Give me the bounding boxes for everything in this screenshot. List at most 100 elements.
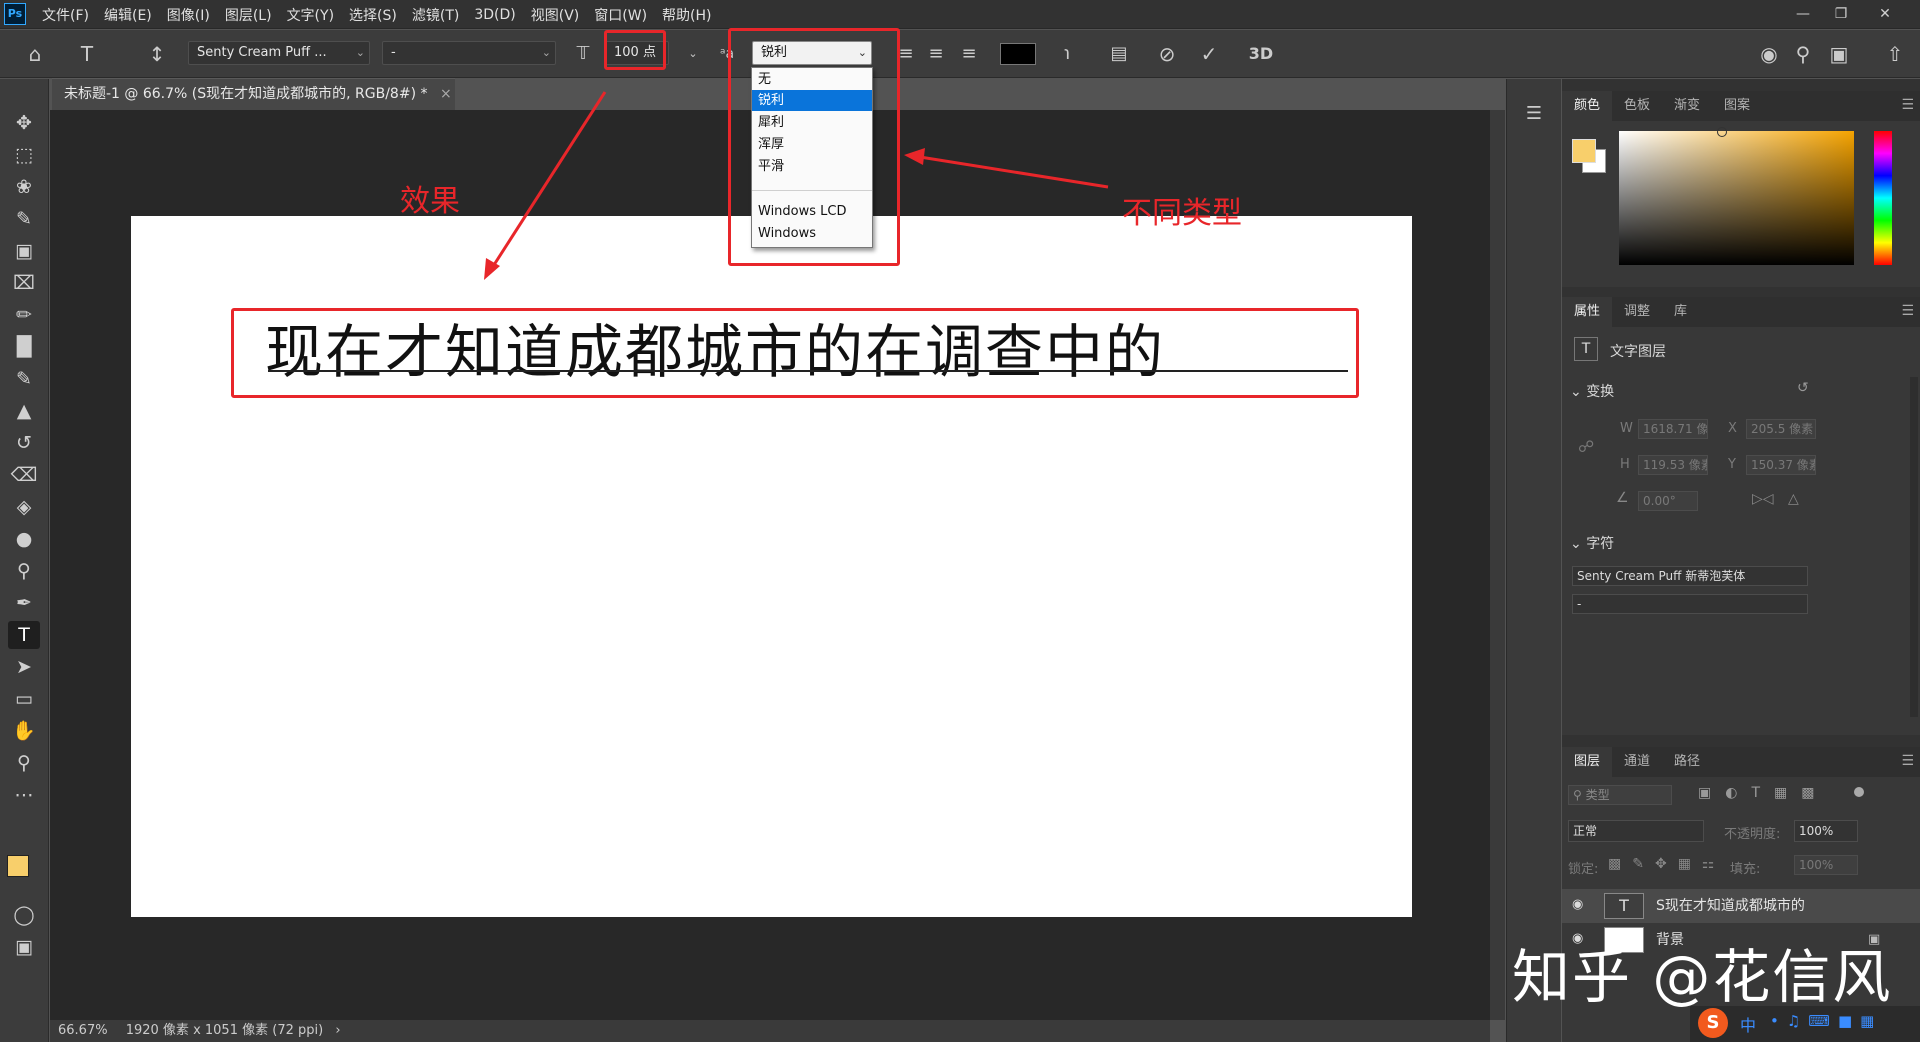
healing-brush-tool-icon[interactable]: █	[8, 333, 40, 361]
lock-option-icons[interactable]: ▩✎✥▦⚏	[1608, 856, 1725, 872]
menu-layer[interactable]: 图层(L)	[225, 5, 272, 25]
ime-mode-label[interactable]: 中	[1740, 1012, 1756, 1036]
filter-toggle-icon[interactable]	[1854, 787, 1864, 797]
panel-menu-icon[interactable]: ☰	[1901, 753, 1914, 769]
tab-paths[interactable]: 路径	[1662, 747, 1712, 777]
lasso-tool-icon[interactable]: ❀	[8, 173, 40, 201]
foreground-color-chip[interactable]	[1572, 139, 1596, 163]
menu-image[interactable]: 图像(I)	[167, 5, 210, 25]
warp-text-icon[interactable]: ℩	[1052, 40, 1082, 68]
commit-check-icon[interactable]: ✓	[1194, 40, 1224, 68]
close-icon[interactable]: ✕	[1870, 4, 1900, 24]
foreground-color-swatch[interactable]	[7, 855, 29, 877]
opacity-input[interactable]: 100%	[1794, 820, 1858, 842]
home-icon[interactable]: ⌂	[20, 40, 50, 68]
more-tools-icon[interactable]: ⋯	[8, 781, 40, 809]
vertical-scrollbar[interactable]	[1490, 110, 1505, 1020]
tab-adjustments[interactable]: 调整	[1612, 297, 1662, 327]
marquee-tool-icon[interactable]: ⬚	[8, 141, 40, 169]
history-brush-tool-icon[interactable]: ↺	[8, 429, 40, 457]
color-picker-cursor[interactable]	[1717, 127, 1727, 137]
tab-properties[interactable]: 属性	[1562, 297, 1613, 327]
tab-libraries[interactable]: 库	[1662, 297, 1699, 327]
flip-vertical-icon[interactable]: △	[1788, 491, 1799, 507]
tab-channels[interactable]: 通道	[1612, 747, 1662, 777]
menu-select[interactable]: 选择(S)	[349, 5, 397, 25]
properties-scrollbar[interactable]	[1910, 377, 1918, 717]
workspace-icon[interactable]: ▣	[1824, 40, 1854, 68]
eyedropper-tool-icon[interactable]: ✏	[8, 301, 40, 329]
layer-row[interactable]: ◉ T S现在才知道成都城市的	[1562, 889, 1920, 923]
antialias-option-crisp[interactable]: 犀利	[752, 112, 872, 133]
crop-tool-icon[interactable]: ▣	[8, 237, 40, 265]
character-section-title[interactable]: ⌄ 字符	[1570, 533, 1614, 553]
angle-input[interactable]: 0.00°	[1638, 491, 1698, 511]
link-icon[interactable]: ☍	[1578, 437, 1594, 456]
antialias-option-windows-lcd[interactable]: Windows LCD	[752, 201, 872, 222]
transform-section-title[interactable]: ⌄ 变换	[1570, 381, 1614, 401]
rectangle-tool-icon[interactable]: ▭	[8, 685, 40, 713]
width-input[interactable]: 1618.71 像	[1638, 419, 1708, 439]
character-style-select[interactable]: -	[1572, 594, 1808, 614]
hand-tool-icon[interactable]: ✋	[8, 717, 40, 745]
tab-color[interactable]: 颜色	[1562, 91, 1613, 121]
cancel-icon[interactable]: ⊘	[1152, 40, 1182, 68]
layer-filter-icons[interactable]: ▣◐T▦▩	[1698, 785, 1828, 801]
frame-tool-icon[interactable]: ⌧	[8, 269, 40, 297]
pen-tool-icon[interactable]: ✒	[8, 589, 40, 617]
close-tab-icon[interactable]: ×	[440, 86, 452, 102]
text-color-swatch[interactable]	[1000, 43, 1036, 65]
menu-type[interactable]: 文字(Y)	[287, 5, 334, 25]
align-center-icon[interactable]: ≡	[922, 40, 950, 68]
history-panel-icon[interactable]: ☰	[1521, 103, 1547, 129]
visibility-eye-icon[interactable]: ◉	[1572, 897, 1583, 912]
menu-3d[interactable]: 3D(D)	[474, 7, 515, 23]
menu-help[interactable]: 帮助(H)	[662, 5, 711, 25]
quick-mask-icon[interactable]: ◯	[8, 901, 40, 929]
cloud-user-icon[interactable]: ◉	[1754, 40, 1784, 68]
zoom-level[interactable]: 66.67%	[58, 1023, 108, 1038]
menu-file[interactable]: 文件(F)	[42, 5, 89, 25]
x-input[interactable]: 205.5 像素	[1746, 419, 1816, 439]
move-tool-icon[interactable]: ✥	[8, 109, 40, 137]
color-picker-field[interactable]	[1619, 131, 1854, 265]
antialias-option-windows[interactable]: Windows	[752, 223, 872, 244]
minimize-icon[interactable]: —	[1788, 4, 1818, 24]
type-tool-preset-icon[interactable]: T	[72, 40, 102, 68]
character-font-select[interactable]: Senty Cream Puff 新蒂泡芙体	[1572, 566, 1808, 586]
quick-select-tool-icon[interactable]: ✎	[8, 205, 40, 233]
antialias-option-none[interactable]: 无	[752, 69, 872, 90]
path-select-tool-icon[interactable]: ➤	[8, 653, 40, 681]
dodge-tool-icon[interactable]: ⚲	[8, 557, 40, 585]
tab-patterns[interactable]: 图案	[1712, 91, 1762, 121]
menu-view[interactable]: 视图(V)	[531, 5, 580, 25]
document-tab[interactable]: 未标题-1 @ 66.7% (S现在才知道成都城市的, RGB/8#) * ×	[52, 78, 455, 110]
antialias-option-smooth[interactable]: 平滑	[752, 156, 872, 177]
height-input[interactable]: 119.53 像素	[1638, 455, 1708, 475]
chevron-down-icon[interactable]: ⌄	[683, 40, 703, 68]
screen-mode-icon[interactable]: ▣	[8, 933, 40, 961]
fill-input[interactable]: 100%	[1794, 855, 1858, 875]
toggle-text-orientation-icon[interactable]: ↕	[142, 40, 172, 68]
flip-horizontal-icon[interactable]: ▷◁	[1752, 491, 1774, 507]
menu-window[interactable]: 窗口(W)	[594, 5, 647, 25]
chevron-right-icon[interactable]: ›	[335, 1023, 340, 1038]
antialias-option-strong[interactable]: 浑厚	[752, 134, 872, 155]
3d-button[interactable]: 3D	[1244, 40, 1278, 68]
restore-icon[interactable]: ❐	[1826, 4, 1856, 24]
antialias-option-sharp[interactable]: 锐利	[752, 90, 872, 111]
share-icon[interactable]: ⇧	[1880, 40, 1910, 68]
tab-gradients[interactable]: 渐变	[1662, 91, 1712, 121]
menu-edit[interactable]: 编辑(E)	[104, 5, 152, 25]
stamp-tool-icon[interactable]: ▲	[8, 397, 40, 425]
y-input[interactable]: 150.37 像素	[1746, 455, 1816, 475]
ime-tool-icons[interactable]: •♫⌨■▦	[1770, 1012, 1882, 1030]
eraser-tool-icon[interactable]: ⌫	[8, 461, 40, 489]
panel-menu-icon[interactable]: ☰	[1901, 303, 1914, 319]
reset-transform-icon[interactable]: ↺	[1797, 380, 1809, 396]
paint-bucket-tool-icon[interactable]: ◈	[8, 493, 40, 521]
panel-menu-icon[interactable]: ☰	[1901, 97, 1914, 113]
font-style-select[interactable]: - ⌄	[382, 41, 556, 65]
tab-layers[interactable]: 图层	[1562, 747, 1613, 777]
font-family-select[interactable]: Senty Cream Puff ... ⌄	[188, 41, 370, 65]
